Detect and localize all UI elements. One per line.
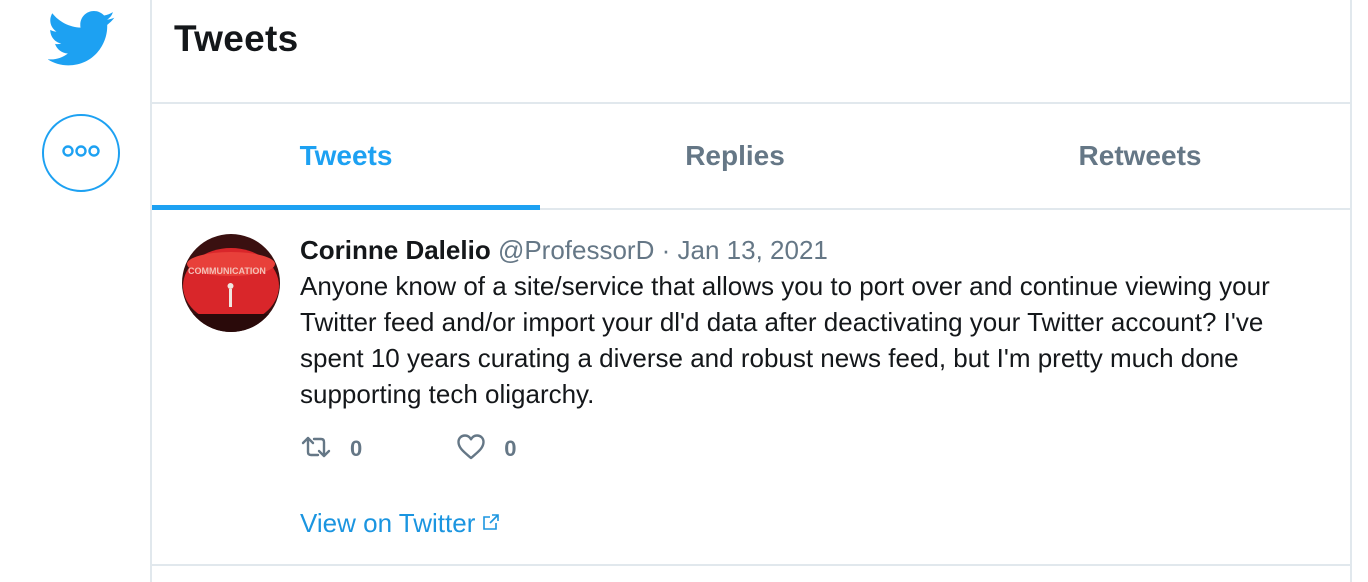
- tab-replies[interactable]: Replies: [540, 104, 930, 208]
- separator-dot: ·: [661, 235, 671, 265]
- view-link-label: View on Twitter: [300, 508, 476, 538]
- external-link-icon: [475, 508, 501, 539]
- tweet-date[interactable]: Jan 13, 2021: [678, 235, 828, 265]
- tweet-header: Corinne Dalelio @ProfessorD · Jan 13, 20…: [300, 232, 1330, 268]
- heart-icon: [456, 433, 486, 466]
- tab-bar: Tweets Replies Retweets: [152, 104, 1350, 210]
- retweet-button[interactable]: 0: [300, 434, 362, 465]
- page-title: Tweets: [174, 18, 299, 59]
- tweet-text: Anyone know of a site/service that allow…: [300, 271, 1270, 409]
- avatar[interactable]: COMMUNICATION: [182, 234, 280, 332]
- author-handle[interactable]: @ProfessorD: [498, 235, 654, 265]
- twitter-bird-icon[interactable]: [47, 10, 116, 68]
- sidebar: [0, 0, 152, 582]
- more-dots-icon: [61, 144, 101, 163]
- panel-header: Tweets: [152, 0, 1350, 104]
- avatar-text: COMMUNICATION: [188, 266, 266, 276]
- more-options-button[interactable]: [42, 114, 120, 192]
- tab-retweets[interactable]: Retweets: [930, 104, 1350, 208]
- retweet-count: 0: [350, 436, 363, 461]
- like-count: 0: [504, 436, 517, 461]
- tweets-panel: Tweets Tweets Replies Retweets COMMUNICA…: [150, 0, 1352, 582]
- view-on-twitter-link[interactable]: View on Twitter: [300, 508, 501, 539]
- author-name[interactable]: Corinne Dalelio: [300, 235, 491, 265]
- tweet-item[interactable]: COMMUNICATION Corinne Dalelio @Professor…: [152, 210, 1350, 566]
- like-button[interactable]: 0: [456, 433, 517, 466]
- tweet-body: Corinne Dalelio @ProfessorD · Jan 13, 20…: [300, 232, 1330, 412]
- tweet-actions: 0 0: [300, 432, 517, 466]
- tab-tweets[interactable]: Tweets: [152, 104, 540, 210]
- retweet-icon: [300, 434, 332, 465]
